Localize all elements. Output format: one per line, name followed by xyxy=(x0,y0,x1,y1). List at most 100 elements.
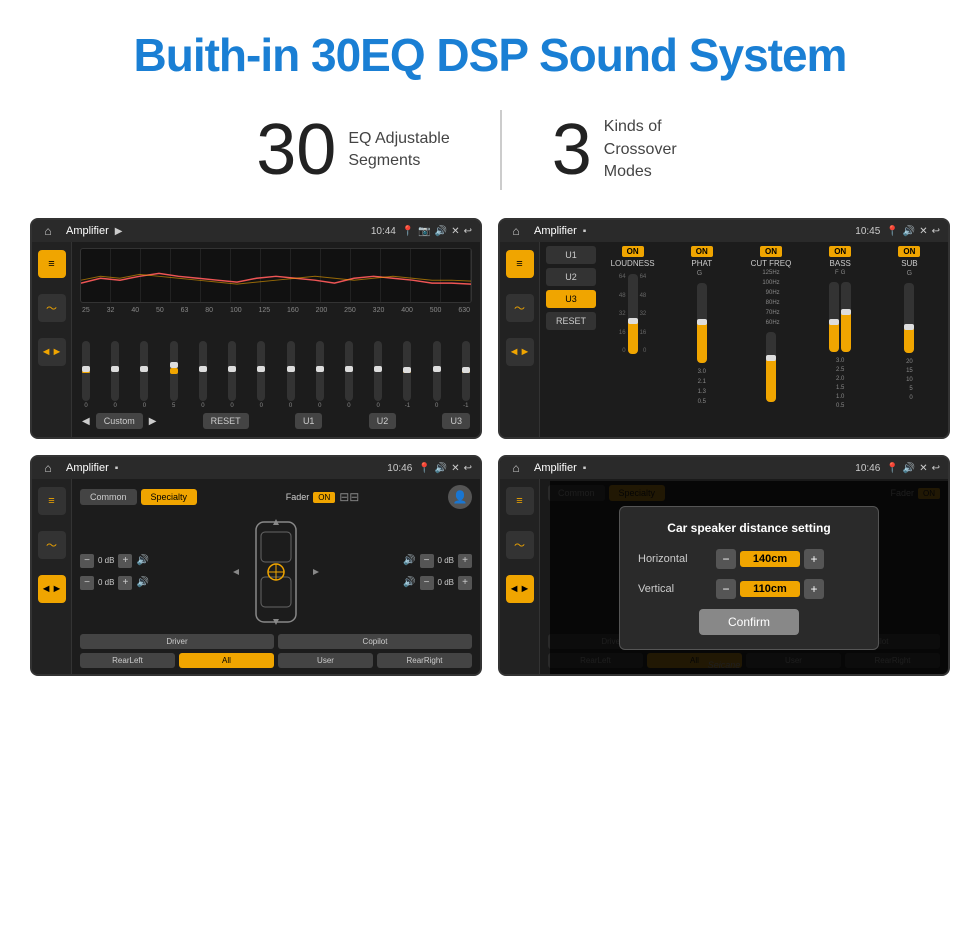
horizontal-plus-btn[interactable]: + xyxy=(804,549,824,569)
all-btn[interactable]: All xyxy=(179,653,274,668)
distance-sidebar-wave[interactable]: 〜 xyxy=(506,531,534,559)
speaker-sidebar-vol[interactable]: ◄► xyxy=(38,575,66,603)
car-svg xyxy=(231,517,321,627)
crossover-u1-btn[interactable]: U1 xyxy=(546,246,596,264)
eq-slider-9: 0 xyxy=(345,341,353,409)
freq-80: 80 xyxy=(205,307,213,314)
slider-track[interactable] xyxy=(403,341,411,401)
freq-125: 125 xyxy=(258,307,270,314)
speaker-back-icon[interactable]: ↩ xyxy=(464,463,472,474)
vertical-plus-btn[interactable]: + xyxy=(804,579,824,599)
horizontal-minus-btn[interactable]: − xyxy=(716,549,736,569)
crossover-reset-btn[interactable]: RESET xyxy=(546,312,596,330)
eq-app-title: Amplifier xyxy=(66,225,109,237)
copilot-btn[interactable]: Copilot xyxy=(278,634,472,649)
sub-labels: 2015 105 0 xyxy=(906,359,913,401)
channel-phat: ON PHAT G 3.02.1 1.30.5 xyxy=(669,246,734,433)
freq-400: 400 xyxy=(401,307,413,314)
common-btn[interactable]: Common xyxy=(80,489,137,505)
vol-br-minus[interactable]: − xyxy=(420,576,434,590)
crossover-body: U1 U2 U3 RESET ON LOUDNESS xyxy=(546,246,942,433)
distance-back-icon[interactable]: ↩ xyxy=(932,463,940,474)
fader-on-badge[interactable]: ON xyxy=(313,492,335,503)
eq-volume-icon: 🔊 xyxy=(435,226,447,237)
play-controls: ◀ Custom ▶ xyxy=(82,413,156,429)
custom-btn[interactable]: Custom xyxy=(96,413,143,429)
profile-icon[interactable]: 👤 xyxy=(448,485,472,509)
slider-track[interactable] xyxy=(433,341,441,401)
phat-fill xyxy=(697,323,707,363)
slider-track[interactable] xyxy=(228,341,236,401)
speaker-sidebar-wave[interactable]: 〜 xyxy=(38,531,66,559)
specialty-btn[interactable]: Specialty xyxy=(141,489,198,505)
reset-btn[interactable]: RESET xyxy=(203,413,249,429)
slider-thumb xyxy=(403,367,411,373)
vol-bl-plus[interactable]: + xyxy=(118,576,132,590)
slider-track[interactable] xyxy=(199,341,207,401)
eq-sidebar-vol-btn[interactable]: ◄► xyxy=(38,338,66,366)
u3-btn[interactable]: U3 xyxy=(442,413,470,429)
vertical-minus-btn[interactable]: − xyxy=(716,579,736,599)
slider-thumb xyxy=(199,366,207,372)
slider-track[interactable] xyxy=(140,341,148,401)
slider-track[interactable] xyxy=(170,341,178,401)
slider-track[interactable] xyxy=(287,341,295,401)
vol-tr-plus[interactable]: + xyxy=(458,554,472,568)
phat-slider[interactable] xyxy=(697,283,707,363)
slider-track[interactable] xyxy=(462,341,470,401)
slider-track[interactable] xyxy=(82,341,90,401)
vol-tl-minus[interactable]: − xyxy=(80,554,94,568)
eq-slider-1: 0 xyxy=(111,341,119,409)
distance-sidebar-eq[interactable]: ≡ xyxy=(506,487,534,515)
slider-track[interactable] xyxy=(374,341,382,401)
home-icon[interactable]: ⌂ xyxy=(40,460,56,476)
u2-btn[interactable]: U2 xyxy=(369,413,397,429)
home-icon[interactable]: ⌂ xyxy=(508,460,524,476)
u1-btn[interactable]: U1 xyxy=(295,413,323,429)
home-icon[interactable]: ⌂ xyxy=(40,223,56,239)
channel-cutfreq: ON CUT FREQ 125Hz100Hz 90Hz80Hz 70Hz60Hz xyxy=(738,246,803,433)
rearright-btn[interactable]: RearRight xyxy=(377,653,472,668)
freq-63: 63 xyxy=(181,307,189,314)
speaker-sidebar-eq[interactable]: ≡ xyxy=(38,487,66,515)
distance-sidebar-vol[interactable]: ◄► xyxy=(506,575,534,603)
rearleft-btn[interactable]: RearLeft xyxy=(80,653,175,668)
driver-btn[interactable]: Driver xyxy=(80,634,274,649)
eq-sidebar-eq-btn[interactable]: ≡ xyxy=(38,250,66,278)
confirm-button[interactable]: Confirm xyxy=(699,609,799,635)
distance-status-icons: 📍 🔊 ✕ ↩ xyxy=(886,463,940,474)
slider-track[interactable] xyxy=(345,341,353,401)
loudness-slider[interactable] xyxy=(628,274,638,354)
crossover-sidebar-vol[interactable]: ◄► xyxy=(506,338,534,366)
home-icon[interactable]: ⌂ xyxy=(508,223,524,239)
bass-f-slider[interactable] xyxy=(829,282,839,352)
crossover-sidebar-wave[interactable]: 〜 xyxy=(506,294,534,322)
crossover-u2-btn[interactable]: U2 xyxy=(546,268,596,286)
bass-g-fill xyxy=(841,314,851,353)
slider-track[interactable] xyxy=(111,341,119,401)
eq-back-icon[interactable]: ↩ xyxy=(464,226,472,237)
cutfreq-slider[interactable] xyxy=(766,332,776,402)
bass-g-slider[interactable] xyxy=(841,282,851,352)
user-btn[interactable]: User xyxy=(278,653,373,668)
slider-track[interactable] xyxy=(316,341,324,401)
vol-bl-minus[interactable]: − xyxy=(80,576,94,590)
slider-track[interactable] xyxy=(257,341,265,401)
crossover-sidebar-eq[interactable]: ≡ xyxy=(506,250,534,278)
slider-thumb xyxy=(170,362,178,368)
sub-slider[interactable] xyxy=(904,283,914,353)
vol-tr-minus[interactable]: − xyxy=(420,554,434,568)
speaker-status-icons: 📍 🔊 ✕ ↩ xyxy=(418,463,472,474)
eq-sidebar-wave-btn[interactable]: 〜 xyxy=(38,294,66,322)
slider-thumb xyxy=(433,366,441,372)
eq-slider-11: -1 xyxy=(403,341,411,409)
phat-thumb xyxy=(697,319,707,325)
next-icon[interactable]: ▶ xyxy=(149,416,157,427)
vol-br-plus[interactable]: + xyxy=(458,576,472,590)
prev-icon[interactable]: ◀ xyxy=(82,416,90,427)
left-volumes: − 0 dB + 🔊 − 0 dB + 🔊 xyxy=(80,554,149,590)
crossover-u3-btn[interactable]: U3 xyxy=(546,290,596,308)
crossover-back-icon[interactable]: ↩ xyxy=(932,226,940,237)
cutfreq-name: CUT FREQ xyxy=(751,259,792,268)
vol-tl-plus[interactable]: + xyxy=(118,554,132,568)
